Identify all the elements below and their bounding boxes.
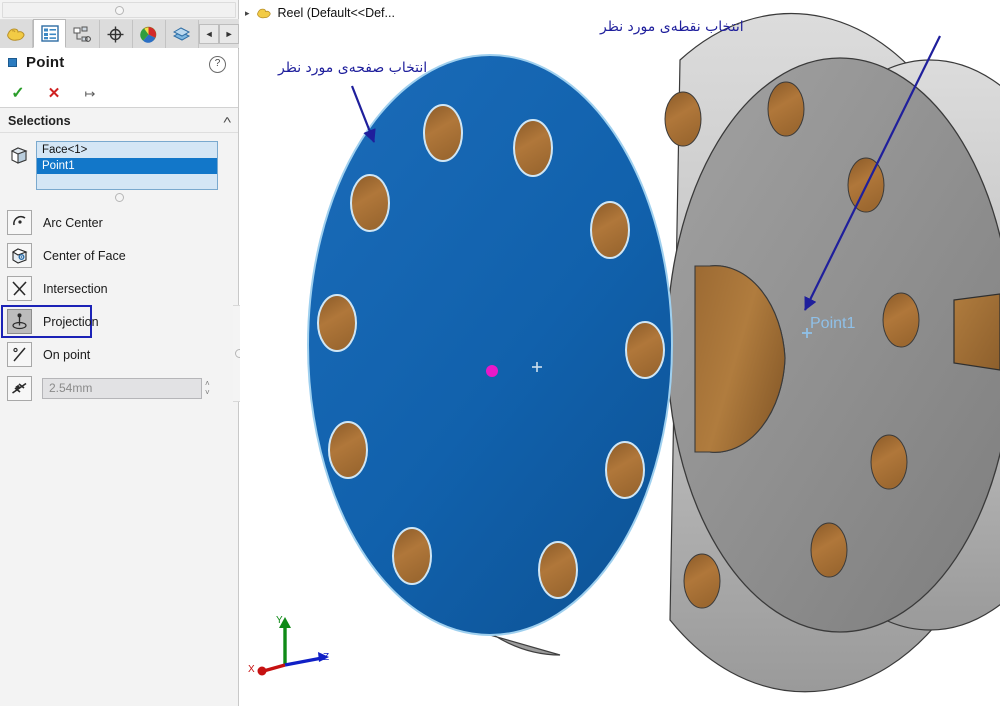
- chevron-up-icon[interactable]: ˄: [222, 115, 231, 127]
- origin-point: [486, 365, 498, 377]
- svg-text:X: X: [248, 664, 255, 675]
- resize-grip-icon: [114, 193, 124, 202]
- selection-list[interactable]: Face<1> Point1: [36, 141, 218, 190]
- on-point-icon: [7, 342, 32, 367]
- option-label: Projection: [43, 314, 99, 329]
- center-of-face-icon: [7, 243, 32, 268]
- page-title: Point: [26, 54, 65, 71]
- help-icon[interactable]: ?: [209, 56, 226, 73]
- feature-tree-icon: [6, 25, 26, 43]
- option-label: On point: [43, 347, 91, 362]
- projection-icon: [7, 309, 32, 334]
- selections-group: Selections ˄ Face<1> Point1: [0, 110, 238, 217]
- annotation-select-point: انتخاب نقطه‌ی مورد نظر: [600, 19, 744, 35]
- front-flange[interactable]: [307, 54, 673, 656]
- spacing-icon: [7, 375, 32, 401]
- property-manager-panel: ◄ ► Point ? ✓ ✕ ↦ Selections ˄ Face<1> P…: [0, 0, 247, 706]
- tab-scroll-next-button[interactable]: ►: [219, 24, 240, 44]
- point-type-options: Arc Center Center of Face Intersection P…: [0, 206, 238, 405]
- dimxpert-manager-tab[interactable]: [99, 20, 133, 48]
- annotation-arrow-to-face: [350, 85, 376, 143]
- selections-group-label: Selections: [8, 114, 71, 128]
- property-list-icon: [41, 25, 59, 42]
- option-on-point[interactable]: On point: [0, 338, 238, 371]
- ok-button[interactable]: ✓: [7, 84, 29, 104]
- configuration-icon: [73, 26, 92, 43]
- selections-group-body: Face<1> Point1: [0, 133, 238, 217]
- feature-manager-tab[interactable]: [0, 20, 34, 48]
- cancel-button[interactable]: ✕: [43, 84, 65, 104]
- option-projection[interactable]: Projection: [1, 305, 99, 338]
- list-item[interactable]: Face<1>: [37, 142, 217, 158]
- configuration-manager-tab[interactable]: [66, 20, 100, 48]
- option-intersection[interactable]: Intersection: [0, 272, 238, 305]
- annotation-select-face: انتخاب صفحه‌ی مورد نظر: [278, 60, 428, 76]
- option-center-of-face[interactable]: Center of Face: [0, 239, 238, 272]
- spacing-row: 2.54mm ˄ ˅: [0, 371, 238, 405]
- arc-center-icon: [7, 210, 32, 235]
- selected-face[interactable]: [307, 54, 673, 636]
- svg-text:Z: Z: [323, 652, 329, 663]
- property-manager-action-bar: ✓ ✕ ↦: [0, 80, 238, 108]
- list-item[interactable]: Point1: [37, 158, 217, 174]
- point1-label: Point1: [810, 315, 856, 332]
- render-manager-tab[interactable]: [165, 20, 200, 48]
- splitter-grip-icon: [114, 5, 124, 15]
- tab-scroll-prev-button[interactable]: ◄: [199, 24, 220, 44]
- selection-list-resize-handle[interactable]: [0, 193, 238, 202]
- property-manager-tab[interactable]: [33, 19, 67, 48]
- manager-tab-strip: ◄ ►: [0, 19, 240, 49]
- appearance-sphere-icon: [139, 25, 158, 44]
- model-3d-view[interactable]: Y X Z: [240, 0, 1000, 706]
- list-item[interactable]: [37, 174, 217, 189]
- spacing-stepper[interactable]: ˄ ˅: [205, 379, 210, 397]
- panel-top-splitter[interactable]: [2, 2, 236, 18]
- stepper-down-icon[interactable]: ˅: [205, 388, 210, 397]
- display-manager-tab[interactable]: [132, 20, 166, 48]
- option-label: Intersection: [43, 281, 108, 296]
- keyway-block: [953, 293, 1000, 371]
- pin-button[interactable]: ↦: [79, 84, 101, 104]
- stepper-up-icon[interactable]: ˄: [205, 379, 210, 388]
- property-manager-title-row: Point: [8, 54, 65, 71]
- chevron-left-icon: ◄: [204, 29, 214, 39]
- face-reference-icon: [9, 145, 29, 165]
- coordinate-triad: Y X Z: [248, 615, 329, 676]
- option-label: Center of Face: [43, 248, 126, 263]
- point-feature-icon: [8, 58, 17, 67]
- render-layers-icon: [172, 26, 191, 43]
- spacing-input[interactable]: 2.54mm: [42, 377, 202, 399]
- selections-group-header[interactable]: Selections ˄: [0, 110, 238, 133]
- chevron-right-icon: ►: [224, 29, 234, 39]
- intersection-icon: [7, 276, 32, 301]
- graphics-viewport[interactable]: ▸ Reel (Default<<Def... Y X Z انتخاب نقط…: [240, 0, 1000, 706]
- option-arc-center[interactable]: Arc Center: [0, 206, 238, 239]
- option-label: Arc Center: [43, 215, 103, 230]
- svg-text:Y: Y: [276, 615, 283, 626]
- dimxpert-target-icon: [106, 25, 125, 44]
